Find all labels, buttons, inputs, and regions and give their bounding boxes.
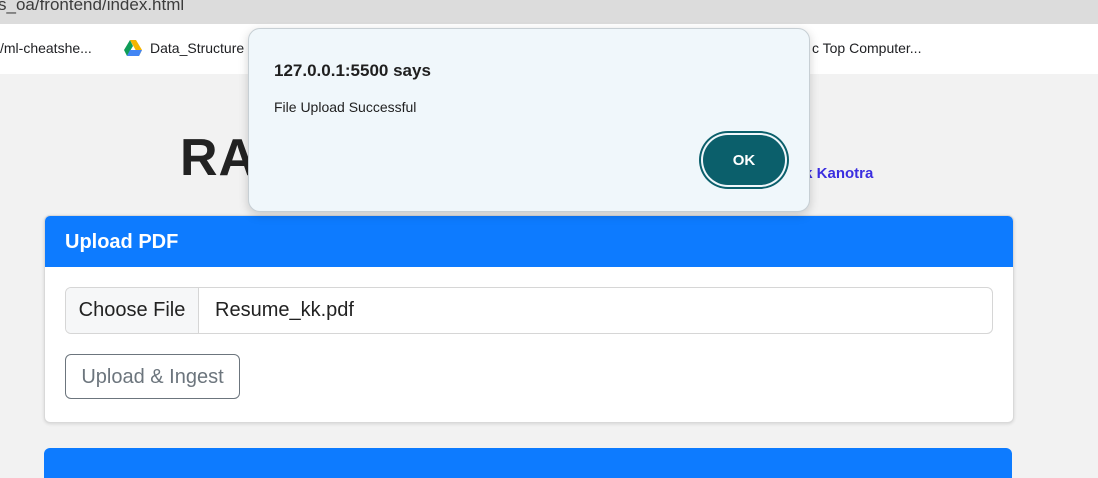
selected-file-name: Resume_kk.pdf (215, 299, 354, 321)
ok-button[interactable]: OK (703, 135, 785, 185)
upload-ingest-button[interactable]: Upload & Ingest (65, 354, 240, 399)
dialog-title: 127.0.0.1:5500 says (274, 61, 431, 80)
file-input[interactable]: Choose File Resume_kk.pdf (65, 287, 993, 334)
author-link[interactable]: ik Kanotra (800, 165, 873, 182)
upload-card: Upload PDF Choose File Resume_kk.pdf Upl… (44, 215, 1014, 423)
bookmark-data-structure[interactable]: Data_Structure (124, 40, 244, 56)
card-header: Upload PDF (45, 216, 1013, 267)
address-bar[interactable]: s_oa/frontend/index.html (0, 0, 1098, 24)
dialog-message: File Upload Successful (274, 99, 417, 115)
bookmark-ml-cheatsheet[interactable]: /ml-cheatshe... (0, 40, 92, 56)
alert-dialog: 127.0.0.1:5500 says File Upload Successf… (248, 28, 810, 212)
address-text: s_oa/frontend/index.html (0, 0, 185, 14)
google-drive-icon (124, 40, 142, 56)
second-card-header (44, 448, 1012, 478)
bookmark-top-computer[interactable]: c Top Computer... (812, 40, 921, 56)
bookmark-label: c Top Computer... (812, 40, 922, 56)
bookmark-label: Data_Structure (150, 40, 245, 56)
choose-file-button[interactable]: Choose File (66, 288, 199, 333)
bookmark-label: /ml-cheatshe... (0, 40, 92, 56)
